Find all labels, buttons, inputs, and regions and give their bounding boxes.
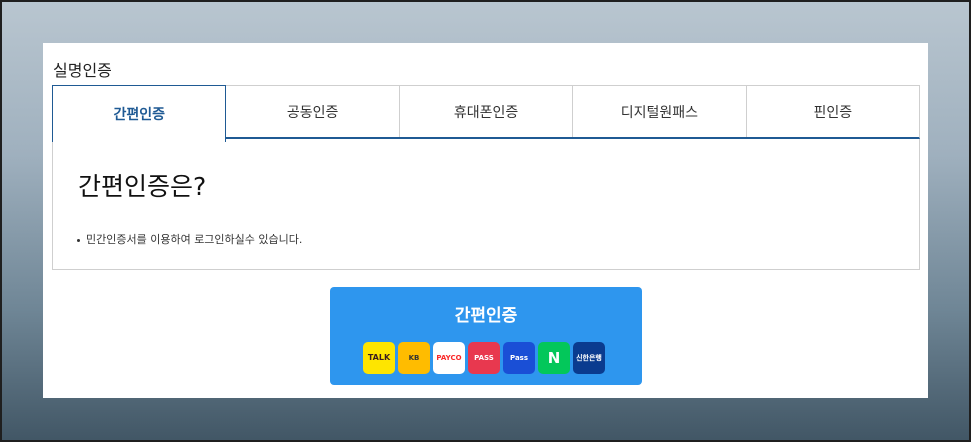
auth-tabs: 간편인증 공동인증 휴대폰인증 디지털원패스 핀인증 — [52, 85, 920, 142]
shinhan-icon: 신한은행 — [573, 342, 605, 374]
simple-auth-button-label: 간편인증 — [454, 306, 518, 326]
payco-icon: PAYCO — [433, 342, 465, 374]
samsung-pass-icon: Pass — [503, 342, 535, 374]
tab-digital-onepass[interactable]: 디지털원패스 — [573, 86, 747, 137]
info-bullet: 민간인증서를 이용하여 로그인하실수 있습니다. — [77, 231, 302, 247]
pass-icon: PASS — [468, 342, 500, 374]
auth-panel: 실명인증 간편인증 공동인증 휴대폰인증 디지털원패스 핀인증 간편인증은? 민… — [43, 43, 928, 398]
naver-icon: N — [538, 342, 570, 374]
tab-pin-auth[interactable]: 핀인증 — [746, 86, 920, 137]
simple-auth-button[interactable]: 간편인증 TALK KB PAYCO PASS Pass N 신한은행 — [330, 287, 642, 385]
bullet-dot-icon — [77, 238, 80, 242]
kakao-icon: TALK — [363, 342, 395, 374]
tab-joint-cert[interactable]: 공동인증 — [226, 86, 400, 137]
kb-icon: KB — [398, 342, 430, 374]
info-box: 간편인증은? 민간인증서를 이용하여 로그인하실수 있습니다. — [52, 139, 920, 270]
tab-simple-auth[interactable]: 간편인증 — [52, 85, 227, 142]
section-title: 실명인증 — [53, 61, 112, 80]
info-title: 간편인증은? — [78, 172, 207, 201]
tab-mobile-auth[interactable]: 휴대폰인증 — [399, 86, 574, 137]
info-bullet-text: 민간인증서를 이용하여 로그인하실수 있습니다. — [86, 233, 303, 246]
provider-icons: TALK KB PAYCO PASS Pass N 신한은행 — [363, 342, 605, 374]
